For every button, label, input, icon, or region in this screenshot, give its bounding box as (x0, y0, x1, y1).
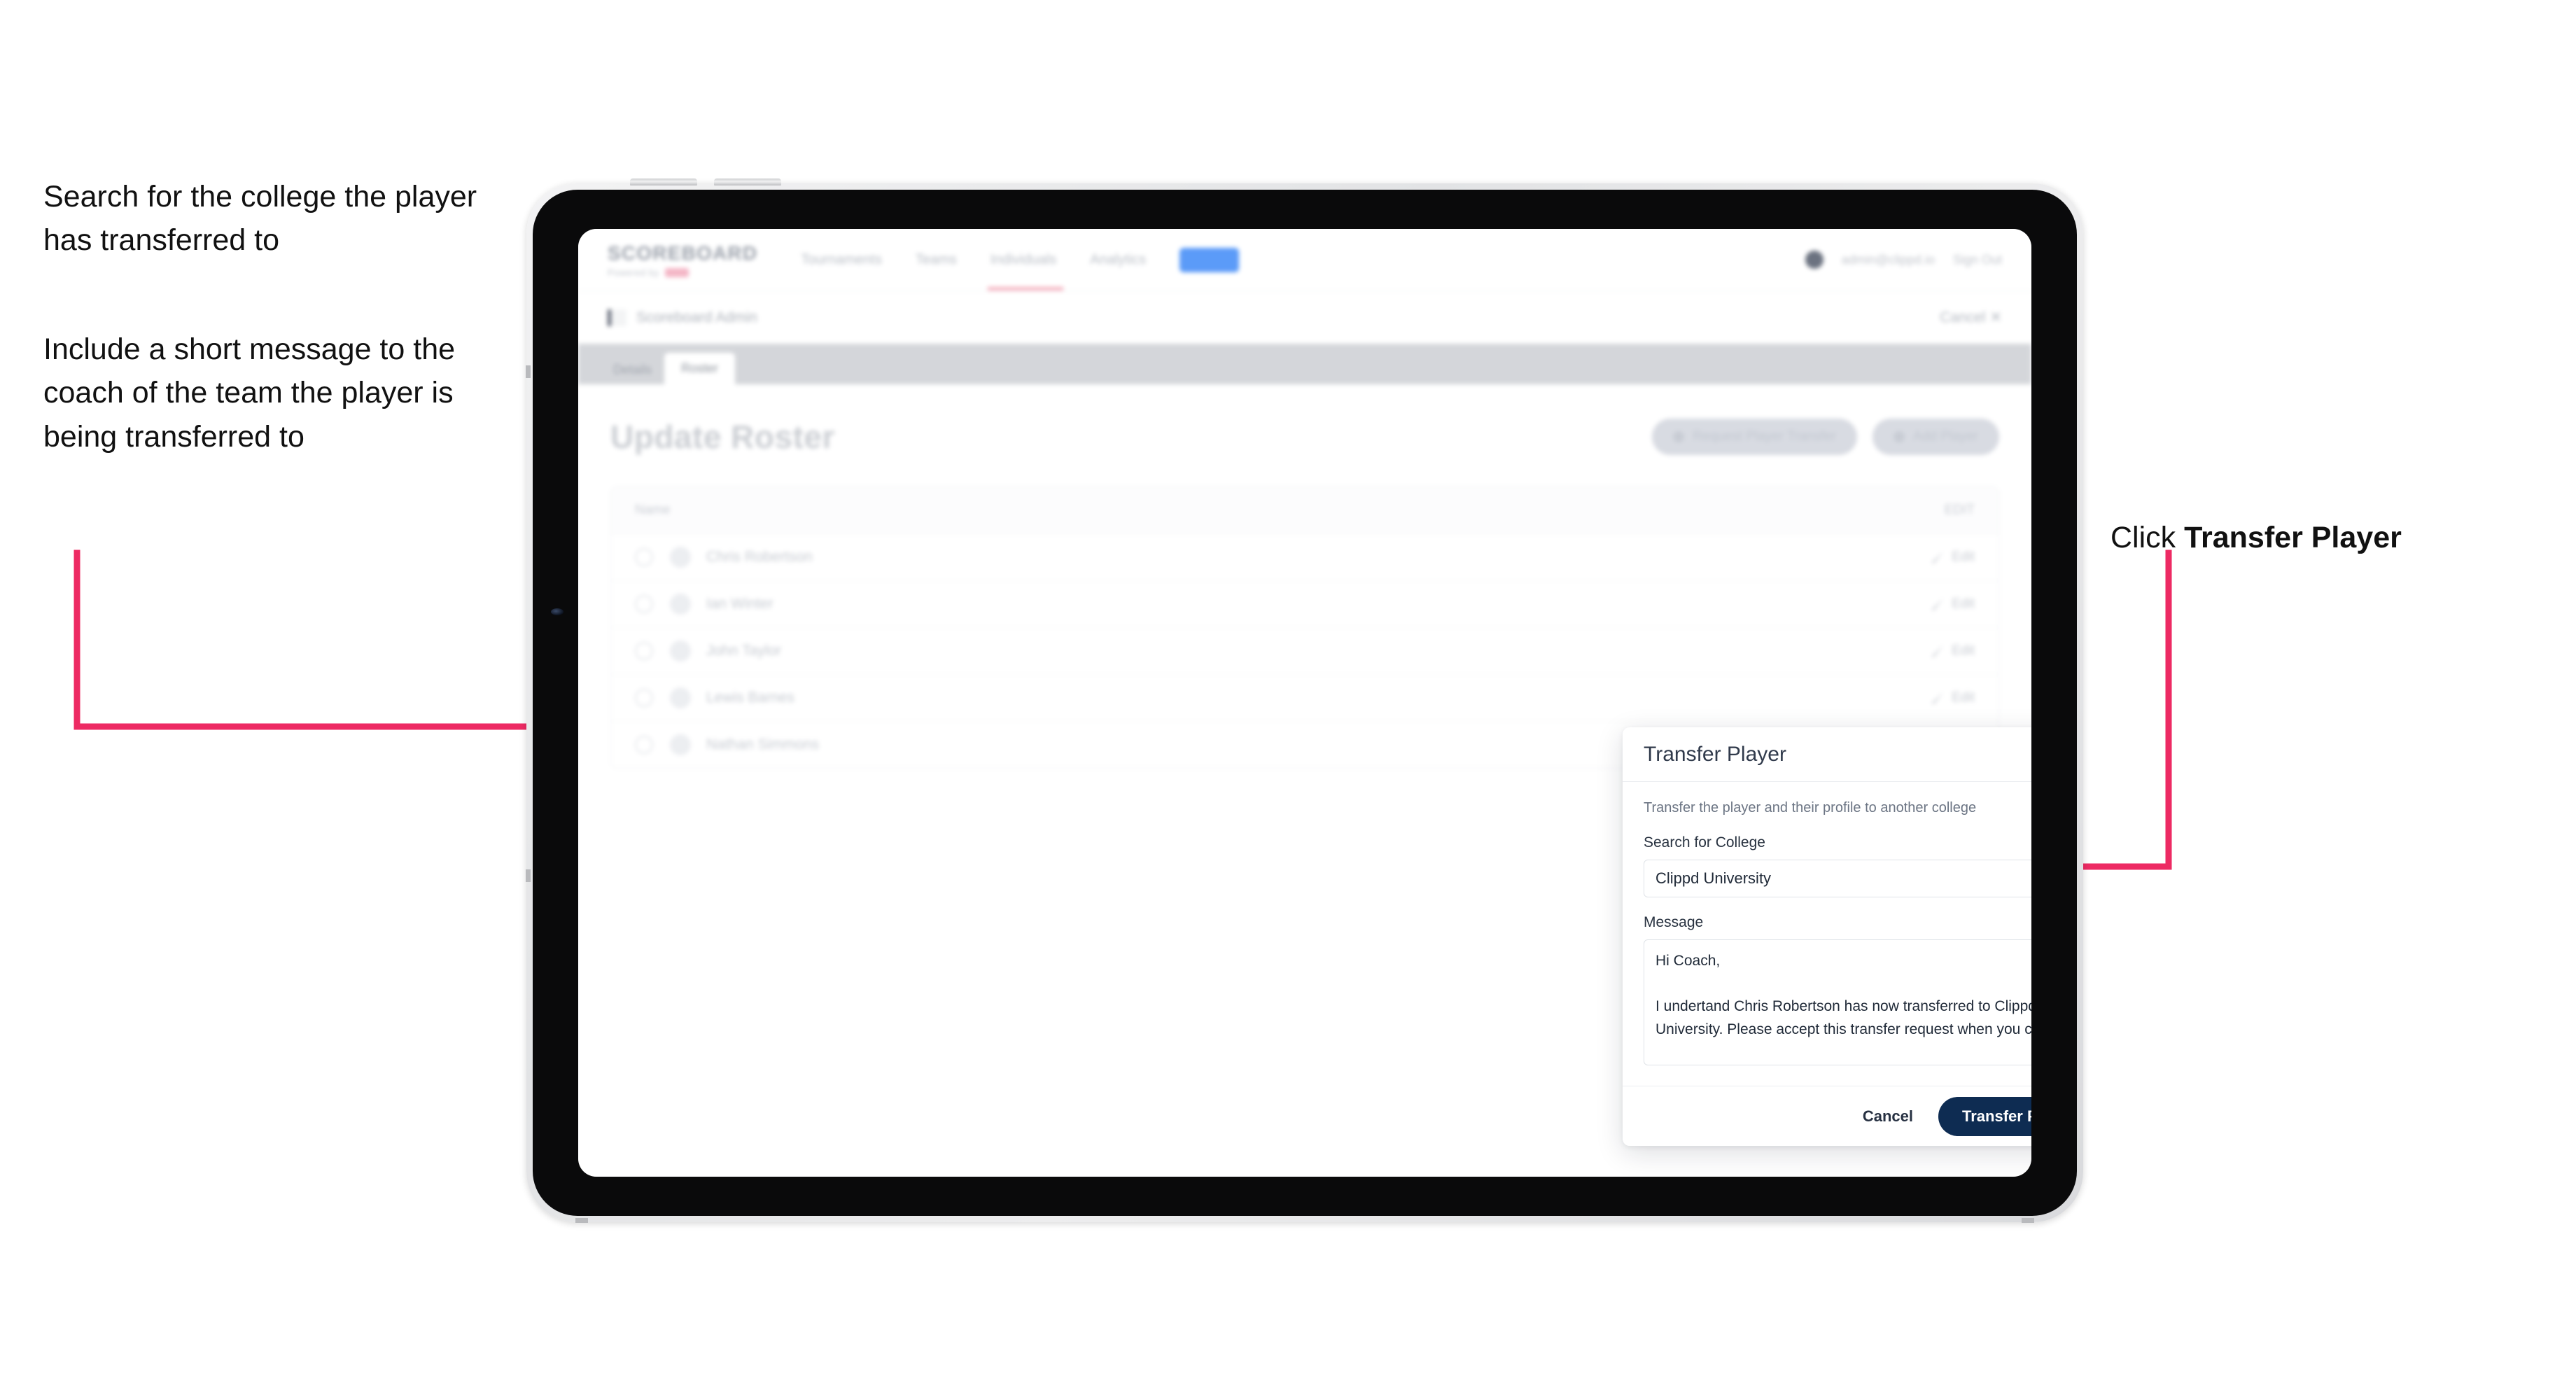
message-textarea[interactable]: Hi Coach, I undertand Chris Robertson ha… (1644, 939, 2031, 1065)
annotation-include-message: Include a short message to the coach of … (43, 332, 456, 454)
player-name: Chris Robertson (706, 549, 813, 565)
nav-item-tournaments[interactable]: Tournaments (801, 252, 882, 268)
page-title: Update Roster (610, 419, 835, 455)
add-player-button[interactable]: Add Player (1872, 419, 1999, 455)
edit-label: Edit (1952, 690, 1975, 705)
tablet-bezel: SCOREBOARD Powered by Tournaments Teams … (533, 190, 2077, 1216)
modal-title: Transfer Player (1644, 742, 1786, 766)
brand-badge (664, 267, 689, 277)
plus-icon (1893, 431, 1905, 442)
volume-down-button[interactable] (714, 178, 781, 186)
request-player-transfer-label: Request Player Transfer (1693, 429, 1837, 444)
app-header: SCOREBOARD Powered by Tournaments Teams … (578, 229, 2031, 290)
section-tabs: Details Roster (578, 344, 2031, 384)
annotation-click-transfer-player: Click Transfer Player (2110, 472, 2544, 560)
row-checkbox[interactable] (635, 642, 653, 660)
pencil-icon (1931, 645, 1944, 657)
nav-active-underline (988, 287, 1063, 290)
avatar (670, 687, 691, 708)
avatar (670, 640, 691, 662)
table-row[interactable]: John Taylor Edit (611, 627, 1998, 674)
page-actions: Request Player Transfer Add Player (1652, 419, 1999, 455)
brand-tagline: Powered by (608, 267, 659, 278)
roster-table: Name EDIT Chris Robertson Edit Ian Winte… (610, 486, 1999, 769)
modal-body: Transfer the player and their profile to… (1623, 782, 2031, 1086)
transfer-player-modal: Transfer Player Transfer the player and … (1623, 727, 2031, 1146)
pencil-icon (1931, 598, 1944, 610)
modal-description: Transfer the player and their profile to… (1644, 800, 1977, 816)
player-name: Nathan Simmons (706, 736, 820, 752)
avatar (670, 594, 691, 615)
player-name: John Taylor (706, 643, 782, 659)
transfer-player-button[interactable]: Transfer Player (1938, 1096, 2031, 1136)
modal-header: Transfer Player (1623, 727, 2031, 782)
edit-button[interactable]: Edit (1931, 690, 1975, 706)
breadcrumb-bar: Scoreboard Admin Cancel ✕ (578, 290, 2031, 344)
table-row[interactable]: Lewis Barnes Edit (611, 674, 1998, 721)
user-email: admin@clippd.io (1841, 252, 1935, 267)
main-nav: Tournaments Teams Individuals Analytics … (801, 247, 1240, 272)
nav-item-analytics[interactable]: Analytics (1090, 252, 1146, 268)
tab-roster[interactable]: Roster (664, 353, 736, 384)
breadcrumb-label[interactable]: Scoreboard Admin (636, 309, 757, 326)
annotation-click-target: Transfer Player (2184, 521, 2402, 555)
request-player-transfer-button[interactable]: Request Player Transfer (1652, 419, 1858, 455)
edit-button[interactable]: Edit (1931, 596, 1975, 612)
nav-item-teams[interactable]: Teams (916, 252, 957, 268)
column-header-action: EDIT (1944, 503, 1975, 517)
tab-details[interactable]: Details (601, 356, 664, 384)
row-checkbox[interactable] (635, 548, 653, 566)
row-checkbox[interactable] (635, 736, 653, 754)
antenna-line-bottom-right (2022, 1218, 2034, 1223)
avatar (670, 547, 691, 568)
row-checkbox[interactable] (635, 689, 653, 707)
edit-button[interactable]: Edit (1931, 550, 1975, 565)
avatar (670, 734, 691, 755)
tablet-screen: SCOREBOARD Powered by Tournaments Teams … (578, 229, 2031, 1177)
player-name: Ian Winter (706, 596, 774, 612)
table-row[interactable]: Ian Winter Edit (611, 580, 1998, 627)
table-row[interactable]: Chris Robertson Edit (611, 533, 1998, 580)
cancel-link[interactable]: Cancel ✕ (1940, 309, 2002, 326)
avatar[interactable] (1805, 251, 1823, 269)
edit-label: Edit (1952, 550, 1975, 564)
brand-name: SCOREBOARD (608, 241, 758, 264)
modal-footer: Cancel Transfer Player (1623, 1086, 2031, 1146)
antenna-line-left-bottom (526, 869, 531, 882)
front-camera-icon (551, 608, 564, 615)
cancel-button[interactable]: Cancel (1856, 1102, 1920, 1131)
search-college-label: Search for College (1644, 834, 1765, 850)
edit-label: Edit (1952, 596, 1975, 611)
column-header-name: Name (635, 503, 671, 517)
brand-logo[interactable]: SCOREBOARD Powered by (608, 242, 757, 278)
annotation-click-prefix: Click (2110, 521, 2185, 555)
transfer-icon (1673, 431, 1685, 442)
pencil-icon (1931, 551, 1944, 564)
antenna-line-bottom-left (575, 1218, 588, 1223)
edit-button[interactable]: Edit (1931, 643, 1975, 659)
brand-tagline-row: Powered by (608, 267, 757, 278)
table-header-row: Name EDIT (611, 487, 1998, 533)
edit-label: Edit (1952, 643, 1975, 658)
page-header: Update Roster Request Player Transfer Ad… (610, 418, 1999, 456)
add-player-label: Add Player (1913, 429, 1978, 444)
sign-out-link[interactable]: Sign Out (1953, 253, 2002, 267)
nav-item-individuals[interactable]: Individuals (990, 252, 1057, 268)
message-label: Message (1644, 914, 1704, 930)
annotation-search-college: Search for the college the player has tr… (43, 180, 477, 258)
player-name: Lewis Barnes (706, 690, 795, 706)
tablet-device: SCOREBOARD Powered by Tournaments Teams … (526, 178, 2083, 1223)
tablet-frame: SCOREBOARD Powered by Tournaments Teams … (526, 178, 2083, 1223)
scoreboard-icon (608, 309, 626, 326)
volume-up-button[interactable] (630, 178, 697, 186)
antenna-line-left-top (526, 365, 531, 378)
header-right: admin@clippd.io Sign Out (1805, 251, 2002, 269)
nav-item-admin[interactable]: Admin (1180, 247, 1240, 272)
row-checkbox[interactable] (635, 595, 653, 613)
search-college-input[interactable] (1644, 860, 2031, 897)
pencil-icon (1931, 692, 1944, 704)
